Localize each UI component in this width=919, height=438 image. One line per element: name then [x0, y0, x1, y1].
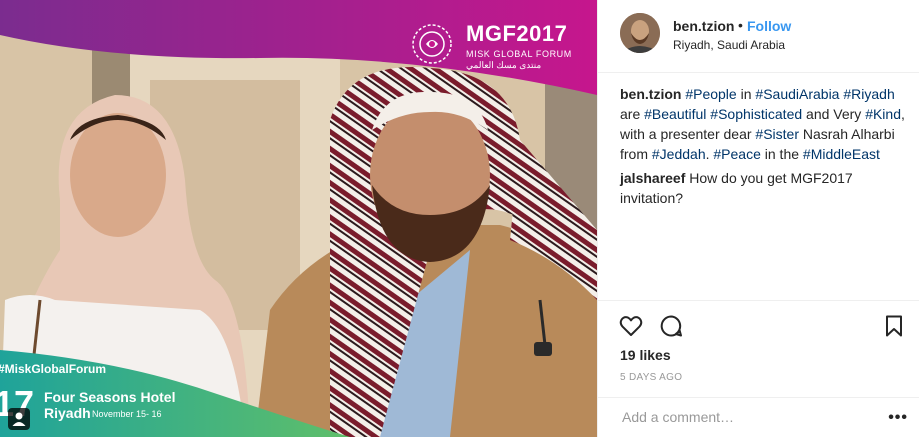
post-timestamp[interactable]: 5 DAYS AGO: [620, 372, 682, 383]
caption-fragment: in the: [760, 146, 803, 162]
brand-arabic: منتدى مسك العالمي: [466, 60, 542, 70]
hashtag-link[interactable]: #Beautiful: [644, 106, 706, 122]
comment-input[interactable]: [620, 408, 874, 426]
caption-fragment: and Very: [802, 106, 866, 122]
hashtag-link[interactable]: #People: [685, 86, 736, 102]
caption-fragment: are: [620, 106, 645, 122]
add-comment-bar: •••: [598, 397, 919, 438]
post-username[interactable]: ben.tzion: [673, 18, 734, 34]
hashtag-link[interactable]: #Sophisticated: [710, 106, 802, 122]
mgf-emblem-icon: [412, 24, 452, 64]
comments-section: ben.tzion #People in #SaudiArabia #Riyad…: [620, 84, 910, 212]
bookmark-icon[interactable]: [881, 313, 907, 339]
post-location[interactable]: Riyadh, Saudi Arabia: [673, 38, 785, 52]
photo-hashtag: #MiskGlobalForum: [0, 362, 107, 376]
likes-count[interactable]: 19 likes: [620, 347, 671, 363]
heart-icon[interactable]: [618, 313, 644, 339]
mgf-logo: MGF2017 MISK GLOBAL FORUM منتدى مسك العا…: [410, 14, 585, 74]
post-header: ben.tzion • Follow Riyadh, Saudi Arabia: [598, 0, 919, 73]
user-tag-icon[interactable]: [8, 408, 30, 430]
hashtag-link[interactable]: #Kind: [865, 106, 901, 122]
hashtag-link[interactable]: #Sister: [755, 126, 799, 142]
comment-item: jalshareef How do you get MGF2017 invita…: [620, 168, 910, 208]
brand-subtitle: MISK GLOBAL FORUM: [466, 49, 572, 59]
venue-name: Four Seasons Hotel: [44, 389, 176, 405]
event-dates: November 15- 16: [92, 409, 162, 419]
caption-fragment: in: [736, 86, 756, 102]
instagram-post: MGF2017 MISK GLOBAL FORUM منتدى مسك العا…: [0, 0, 919, 437]
venue-city: Riyadh: [44, 405, 91, 421]
more-options-icon[interactable]: •••: [888, 409, 908, 427]
follow-button[interactable]: Follow: [747, 18, 791, 34]
hashtag-link[interactable]: #MiddleEast: [803, 146, 880, 162]
brand-title: MGF2017: [466, 21, 568, 46]
post-photo[interactable]: MGF2017 MISK GLOBAL FORUM منتدى مسك العا…: [0, 0, 597, 437]
caption-username[interactable]: ben.tzion: [620, 86, 681, 102]
post-details-panel: ben.tzion • Follow Riyadh, Saudi Arabia …: [597, 0, 919, 437]
comment-icon[interactable]: [658, 313, 684, 339]
hashtag-link[interactable]: #Jeddah: [652, 146, 706, 162]
hashtag-link[interactable]: #Riyadh: [843, 86, 894, 102]
avatar[interactable]: [620, 13, 660, 53]
caption: ben.tzion #People in #SaudiArabia #Riyad…: [620, 84, 910, 164]
hashtag-link[interactable]: #SaudiArabia: [755, 86, 839, 102]
post-actions: 19 likes 5 DAYS AGO •••: [598, 300, 919, 437]
separator-dot: •: [738, 17, 743, 33]
hashtag-link[interactable]: #Peace: [713, 146, 760, 162]
comment-username[interactable]: jalshareef: [620, 170, 685, 186]
